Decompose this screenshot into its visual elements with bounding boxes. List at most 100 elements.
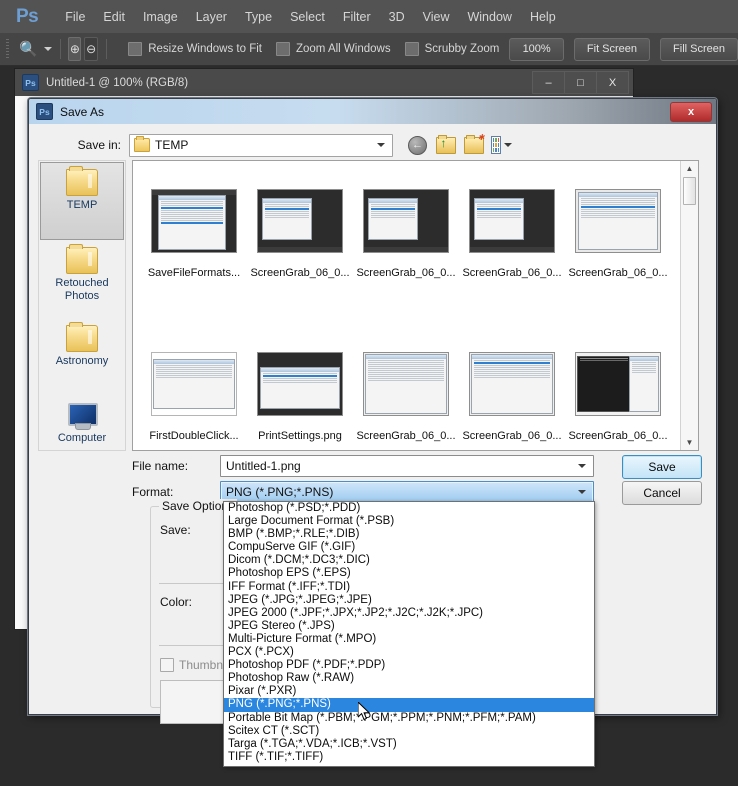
chevron-down-icon[interactable] xyxy=(574,456,590,476)
format-label: Format: xyxy=(132,485,174,499)
file-thumbnail xyxy=(575,352,661,416)
dropdown-option[interactable]: JPEG Stereo (*.JPS) xyxy=(224,620,594,633)
back-icon[interactable]: ← xyxy=(407,135,428,156)
menu-edit[interactable]: Edit xyxy=(94,7,134,27)
format-dropdown-list[interactable]: Photoshop (*.PSD;*.PDD) Large Document Fo… xyxy=(223,501,595,767)
menu-layer[interactable]: Layer xyxy=(187,7,236,27)
dropdown-option[interactable]: Pixar (*.PXR) xyxy=(224,685,594,698)
dropdown-option[interactable]: PCX (*.PCX) xyxy=(224,646,594,659)
file-list-scrollbar[interactable]: ▲ ▼ xyxy=(680,161,698,450)
file-list[interactable]: SaveFileFormats... ScreenGrab_06_0... Sc… xyxy=(132,160,699,451)
document-title-bar[interactable]: Ps Untitled-1 @ 100% (RGB/8) – □ X xyxy=(15,69,633,97)
chevron-down-icon[interactable] xyxy=(574,482,590,502)
checkbox-box[interactable] xyxy=(128,42,143,56)
dropdown-option[interactable]: Targa (*.TGA;*.VDA;*.ICB;*.VST) xyxy=(224,738,594,751)
save-in-combo[interactable]: TEMP xyxy=(129,133,393,157)
dropdown-option[interactable]: Photoshop Raw (*.RAW) xyxy=(224,672,594,685)
list-item[interactable]: ScreenGrab_06_0... xyxy=(565,167,671,280)
checkbox-label: Zoom All Windows xyxy=(295,43,391,55)
dropdown-option[interactable]: Large Document Format (*.PSB) xyxy=(224,515,594,528)
close-icon[interactable]: x xyxy=(670,102,712,122)
place-label: TEMP xyxy=(66,199,98,211)
checkbox-zoom-all-windows[interactable]: Zoom All Windows xyxy=(275,42,391,56)
file-name-input[interactable]: Untitled-1.png xyxy=(220,455,594,477)
new-folder-icon[interactable] xyxy=(463,134,485,156)
checkbox-box[interactable] xyxy=(404,42,419,56)
fill-screen-button[interactable]: Fill Screen xyxy=(660,37,738,61)
options-bar-grip[interactable] xyxy=(6,39,10,59)
menu-file[interactable]: File xyxy=(56,7,94,27)
checkbox-label: Resize Windows to Fit xyxy=(148,43,262,55)
checkbox-box[interactable] xyxy=(160,658,174,672)
scroll-up-icon[interactable]: ▲ xyxy=(681,161,698,176)
zoom-out-icon[interactable]: ⊖ xyxy=(84,37,98,61)
scroll-down-icon[interactable]: ▼ xyxy=(681,435,698,450)
list-item[interactable]: ScreenGrab_06_0... xyxy=(459,167,565,280)
divider xyxy=(159,583,225,584)
dropdown-option[interactable]: Dicom (*.DCM;*.DC3;*.DIC) xyxy=(224,554,594,567)
menu-type[interactable]: Type xyxy=(236,7,281,27)
dropdown-option[interactable]: IFF Format (*.IFF;*.TDI) xyxy=(224,581,594,594)
dropdown-option[interactable]: Photoshop PDF (*.PDF;*.PDP) xyxy=(224,659,594,672)
place-item-retouched-photos[interactable]: Retouched Photos xyxy=(39,241,125,319)
active-tool-zoom[interactable]: 🔍 xyxy=(19,42,52,57)
dropdown-option[interactable]: Photoshop EPS (*.EPS) xyxy=(224,567,594,580)
scrollbar-thumb[interactable] xyxy=(683,177,696,205)
list-item[interactable]: ScreenGrab_06_0... xyxy=(247,167,353,280)
list-item[interactable]: ScreenGrab_06_0... xyxy=(353,167,459,280)
folder-icon xyxy=(134,136,150,152)
zoom-100-button[interactable]: 100% xyxy=(509,37,564,61)
maximize-icon[interactable]: □ xyxy=(564,71,597,94)
save-button[interactable]: Save xyxy=(622,455,702,479)
list-item[interactable]: SaveFileFormats... xyxy=(141,167,247,280)
place-item-computer[interactable]: Computer xyxy=(39,397,125,475)
dropdown-option[interactable]: Photoshop (*.PSD;*.PDD) xyxy=(224,502,594,515)
chevron-down-icon[interactable] xyxy=(373,135,389,156)
file-name-label: File name: xyxy=(132,459,189,473)
menu-view[interactable]: View xyxy=(414,7,459,27)
menu-image[interactable]: Image xyxy=(134,7,187,27)
list-item[interactable]: PrintSettings.png xyxy=(247,330,353,443)
divider xyxy=(59,39,61,59)
checkbox-scrubby-zoom[interactable]: Scrubby Zoom xyxy=(404,42,499,56)
file-thumbnail xyxy=(469,352,555,416)
menu-3d[interactable]: 3D xyxy=(380,7,414,27)
place-item-temp[interactable]: TEMP xyxy=(40,162,124,240)
file-thumbnail xyxy=(363,189,449,253)
dropdown-option[interactable]: JPEG 2000 (*.JPF;*.JPX;*.JP2;*.J2C;*.J2K… xyxy=(224,607,594,620)
list-item[interactable]: ScreenGrab_06_0... xyxy=(565,330,671,443)
fit-screen-button[interactable]: Fit Screen xyxy=(573,37,651,61)
format-combo[interactable]: PNG (*.PNG;*.PNS) xyxy=(220,481,594,503)
dropdown-option[interactable]: Portable Bit Map (*.PBM;*.PGM;*.PPM;*.PN… xyxy=(224,712,594,725)
checkbox-box[interactable] xyxy=(275,42,290,56)
dropdown-option[interactable]: JPEG (*.JPG;*.JPEG;*.JPE) xyxy=(224,594,594,607)
list-item[interactable]: ScreenGrab_06_0... xyxy=(459,330,565,443)
dropdown-option[interactable]: CompuServe GIF (*.GIF) xyxy=(224,541,594,554)
menu-help[interactable]: Help xyxy=(521,7,565,27)
zoom-in-icon[interactable]: ⊕ xyxy=(68,37,82,61)
dropdown-option[interactable]: Multi-Picture Format (*.MPO) xyxy=(224,633,594,646)
window-controls: – □ X xyxy=(532,71,629,94)
dropdown-option[interactable]: Scitex CT (*.SCT) xyxy=(224,725,594,738)
list-item[interactable]: FirstDoubleClick... xyxy=(141,330,247,443)
checkbox-resize-windows-to-fit[interactable]: Resize Windows to Fit xyxy=(128,42,262,56)
photoshop-icon: Ps xyxy=(22,74,39,91)
divider xyxy=(105,39,107,59)
list-item[interactable]: ScreenGrab_06_0... xyxy=(353,330,459,443)
dropdown-option[interactable]: PNG (*.PNG;*.PNS) xyxy=(224,698,594,712)
menu-filter[interactable]: Filter xyxy=(334,7,380,27)
dropdown-option[interactable]: TIFF (*.TIF;*.TIFF) xyxy=(224,751,594,764)
up-folder-icon[interactable] xyxy=(435,134,456,156)
save-as-title-bar[interactable]: Ps Save As x xyxy=(29,99,716,125)
chevron-down-icon[interactable] xyxy=(43,47,52,51)
place-label: Computer xyxy=(57,432,107,444)
place-item-astronomy[interactable]: Astronomy xyxy=(39,319,125,397)
minimize-icon[interactable]: – xyxy=(532,71,565,94)
save-in-value: TEMP xyxy=(155,138,189,152)
menu-window[interactable]: Window xyxy=(458,7,520,27)
menu-select[interactable]: Select xyxy=(281,7,334,27)
dropdown-option[interactable]: BMP (*.BMP;*.RLE;*.DIB) xyxy=(224,528,594,541)
close-icon[interactable]: X xyxy=(596,71,629,94)
views-icon[interactable] xyxy=(491,135,512,156)
cancel-button[interactable]: Cancel xyxy=(622,481,702,505)
